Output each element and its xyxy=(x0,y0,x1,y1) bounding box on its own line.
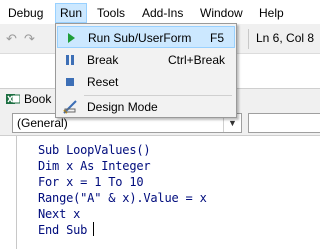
run-menu-dropdown: Run Sub/UserForm F5 Break Ctrl+Break Res… xyxy=(55,23,237,118)
pause-icon xyxy=(66,55,74,65)
code-line-6[interactable]: End Sub xyxy=(38,223,87,237)
redo-icon[interactable]: ↷ xyxy=(24,31,35,47)
menu-item-label: Reset xyxy=(87,75,119,89)
code-line-4[interactable]: Range("A" & x).Value = x xyxy=(38,191,207,205)
menu-debug[interactable]: Debug xyxy=(4,4,47,22)
play-icon xyxy=(68,33,75,43)
run-sub-userform-menu-item[interactable]: Run Sub/UserForm F5 xyxy=(57,26,235,48)
object-combo-value: (General) xyxy=(17,116,68,130)
procedure-combo[interactable] xyxy=(248,113,320,133)
menu-run[interactable]: Run xyxy=(55,3,88,23)
cursor-position: Ln 6, Col 8 xyxy=(256,31,315,45)
project-title: Book xyxy=(24,92,52,106)
design-mode-menu-item[interactable]: Design Mode xyxy=(57,96,235,118)
code-line-3[interactable]: For x = 1 To 10 xyxy=(38,175,144,189)
menu-item-label: Design Mode xyxy=(87,100,158,114)
menu-bar: Debug Run Tools Add-Ins Window Help xyxy=(0,0,320,24)
code-line-2[interactable]: Dim x As Integer xyxy=(38,159,151,173)
text-caret xyxy=(93,222,94,236)
menu-item-shortcut: Ctrl+Break xyxy=(167,53,225,67)
menu-add-ins[interactable]: Add-Ins xyxy=(138,4,187,22)
menu-item-shortcut: F5 xyxy=(209,31,224,45)
menu-item-label: Run Sub/UserForm xyxy=(88,31,192,45)
excel-workbook-icon xyxy=(6,94,20,104)
code-line-5[interactable]: Next x xyxy=(38,207,80,221)
menu-window[interactable]: Window xyxy=(196,4,247,22)
menu-tools[interactable]: Tools xyxy=(93,4,129,22)
code-margin-indicator-bar xyxy=(16,136,17,249)
menu-help[interactable]: Help xyxy=(255,4,288,22)
break-menu-item[interactable]: Break Ctrl+Break xyxy=(57,49,235,71)
stop-icon xyxy=(66,78,74,86)
toolbar-separator xyxy=(248,29,249,49)
design-mode-icon xyxy=(63,100,77,114)
code-line-1[interactable]: Sub LoopValues() xyxy=(38,143,151,157)
menu-item-label: Break xyxy=(87,53,119,67)
undo-icon[interactable]: ↶ xyxy=(6,31,17,47)
reset-menu-item[interactable]: Reset xyxy=(57,71,235,93)
